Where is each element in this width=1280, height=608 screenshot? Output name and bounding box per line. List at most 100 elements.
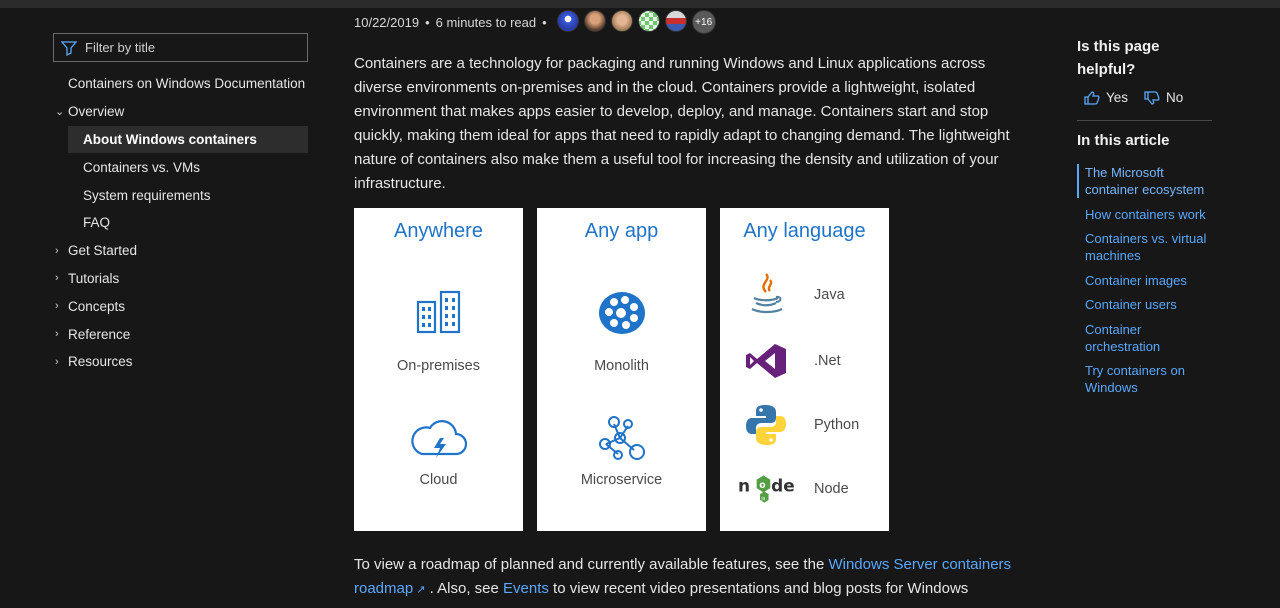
meta-separator: • — [425, 14, 430, 30]
visual-studio-icon — [746, 344, 786, 378]
chevron-right-icon: › — [55, 244, 59, 257]
avatar[interactable] — [664, 10, 687, 32]
thumbs-up-icon — [1084, 90, 1100, 105]
sidebar-item-label: Tutorials — [68, 270, 120, 286]
contributors: +16 — [556, 10, 721, 34]
chevron-right-icon: › — [55, 355, 59, 368]
sidebar-item-label: Containers on Windows Documentation — [68, 76, 306, 92]
more-contributors-button[interactable]: +16 — [691, 10, 716, 34]
language-label: Python — [814, 417, 860, 433]
filter-box[interactable] — [53, 33, 308, 62]
chevron-right-icon: › — [55, 272, 59, 285]
sidebar-item-containers-vs-vms[interactable]: Containers vs. VMs — [53, 153, 308, 181]
svg-text:js: js — [760, 496, 765, 502]
no-label: No — [1166, 90, 1184, 105]
article-date: 10/22/2019 — [354, 14, 420, 30]
sidebar-item-about-windows-containers[interactable]: About Windows containers — [68, 125, 308, 154]
language-node: n o de js Node — [738, 464, 849, 514]
events-link[interactable]: Events — [503, 580, 549, 597]
filter-icon — [61, 40, 77, 56]
avatar[interactable] — [583, 10, 606, 32]
feature-cards: Anywhere On-premises Cloud Any app Monol… — [354, 208, 903, 531]
sidebar-item-label: FAQ — [83, 215, 111, 231]
outro-text: To view a roadmap of planned and current… — [354, 556, 829, 573]
sidebar-item-label: Get Started — [68, 243, 138, 259]
thumbs-down-icon — [1144, 90, 1160, 105]
language-label: Java — [814, 287, 845, 303]
toc-link-microsoft-container-ecosystem[interactable]: The Microsoft container ecosystem — [1077, 164, 1217, 198]
card-title: Any app — [584, 220, 659, 242]
card-title: Any language — [743, 220, 866, 242]
avatar[interactable] — [556, 10, 579, 32]
toc-title: In this article — [1077, 132, 1170, 149]
avatar[interactable] — [637, 10, 660, 32]
sidebar-nav: Containers on Windows Documentation ⌄ Ove… — [53, 70, 308, 376]
top-bar — [0, 0, 1280, 8]
language-java: Java — [738, 270, 845, 320]
card-any-language: Any language Java .Net Python n o de js … — [720, 208, 889, 531]
toc-link-containers-vs-vms[interactable]: Containers vs. virtual machines — [1077, 230, 1217, 264]
yes-label: Yes — [1106, 90, 1129, 105]
meta-separator: • — [542, 14, 547, 30]
card-item-on-premises: On-premises — [397, 358, 480, 374]
sidebar-item-label: Containers vs. VMs — [83, 159, 201, 175]
sidebar-item-label: Resources — [68, 354, 133, 370]
chevron-down-icon: ⌄ — [55, 106, 65, 119]
sidebar-item-label: System requirements — [83, 187, 211, 203]
sidebar-item-resources[interactable]: › Resources — [53, 348, 308, 376]
roadmap-paragraph: To view a roadmap of planned and current… — [354, 553, 1034, 602]
read-time: 6 minutes to read — [435, 14, 537, 30]
sidebar-item-system-requirements[interactable]: System requirements — [53, 181, 308, 209]
feedback-question: Is this page helpful? — [1077, 38, 1160, 78]
sidebar-item-reference[interactable]: › Reference — [53, 320, 308, 348]
sidebar-item-faq[interactable]: FAQ — [53, 209, 308, 237]
external-link-icon: ↗ — [413, 584, 426, 596]
card-item-cloud: Cloud — [419, 472, 458, 488]
card-item-monolith: Monolith — [594, 358, 649, 374]
language-label: Node — [814, 481, 849, 497]
divider — [1077, 120, 1212, 121]
language-label: .Net — [814, 353, 841, 369]
toc-link-container-orchestration[interactable]: Container orchestration — [1077, 321, 1217, 355]
cloud-icon — [410, 420, 467, 458]
article-meta: 10/22/2019 • 6 minutes to read • +16 — [354, 10, 721, 34]
feedback-buttons: Yes No — [1084, 90, 1199, 105]
card-item-microservice: Microservice — [580, 472, 663, 488]
language-dotnet: .Net — [738, 336, 841, 386]
toc-link-container-images[interactable]: Container images — [1077, 272, 1217, 289]
card-anywhere: Anywhere On-premises Cloud — [354, 208, 523, 531]
sidebar-item-label: Overview — [68, 104, 125, 120]
filter-input[interactable] — [85, 40, 285, 55]
sidebar-item-concepts[interactable]: › Concepts — [53, 292, 308, 320]
sidebar-item-containers-docs[interactable]: Containers on Windows Documentation — [53, 70, 308, 98]
outro-text: . Also, see — [425, 580, 504, 597]
toc-link-how-containers-work[interactable]: How containers work — [1077, 206, 1217, 223]
toc-link-try-containers[interactable]: Try containers on Windows — [1077, 362, 1217, 396]
chevron-right-icon: › — [55, 328, 59, 341]
sidebar-item-tutorials[interactable]: › Tutorials — [53, 265, 308, 293]
java-icon — [751, 273, 783, 314]
sidebar-item-overview[interactable]: ⌄ Overview — [53, 98, 308, 126]
buildings-icon — [416, 290, 460, 334]
svg-text:n: n — [738, 476, 750, 496]
nodejs-icon: n o de js — [738, 475, 794, 503]
table-of-contents: The Microsoft container ecosystem How co… — [1077, 164, 1217, 404]
card-title: Anywhere — [394, 220, 483, 242]
card-any-app: Any app Monolith Microservice — [537, 208, 706, 531]
sidebar-item-get-started[interactable]: › Get Started — [53, 237, 308, 265]
intro-paragraph: Containers are a technology for packagin… — [354, 55, 1010, 192]
svg-text:de: de — [771, 476, 794, 496]
no-button[interactable]: No — [1144, 90, 1183, 105]
sidebar-item-label: Reference — [68, 326, 131, 342]
language-python: Python — [738, 400, 859, 450]
monolith-icon — [598, 292, 645, 334]
sidebar-item-label: Concepts — [68, 298, 126, 314]
yes-button[interactable]: Yes — [1084, 90, 1128, 105]
svg-text:o: o — [759, 480, 765, 491]
outro-text: to view recent video presentations and b… — [548, 580, 969, 597]
avatar[interactable] — [610, 10, 633, 32]
python-icon — [746, 405, 786, 445]
toc-link-container-users[interactable]: Container users — [1077, 296, 1217, 313]
sidebar-item-label: About Windows containers — [83, 131, 257, 147]
chevron-right-icon: › — [55, 300, 59, 313]
